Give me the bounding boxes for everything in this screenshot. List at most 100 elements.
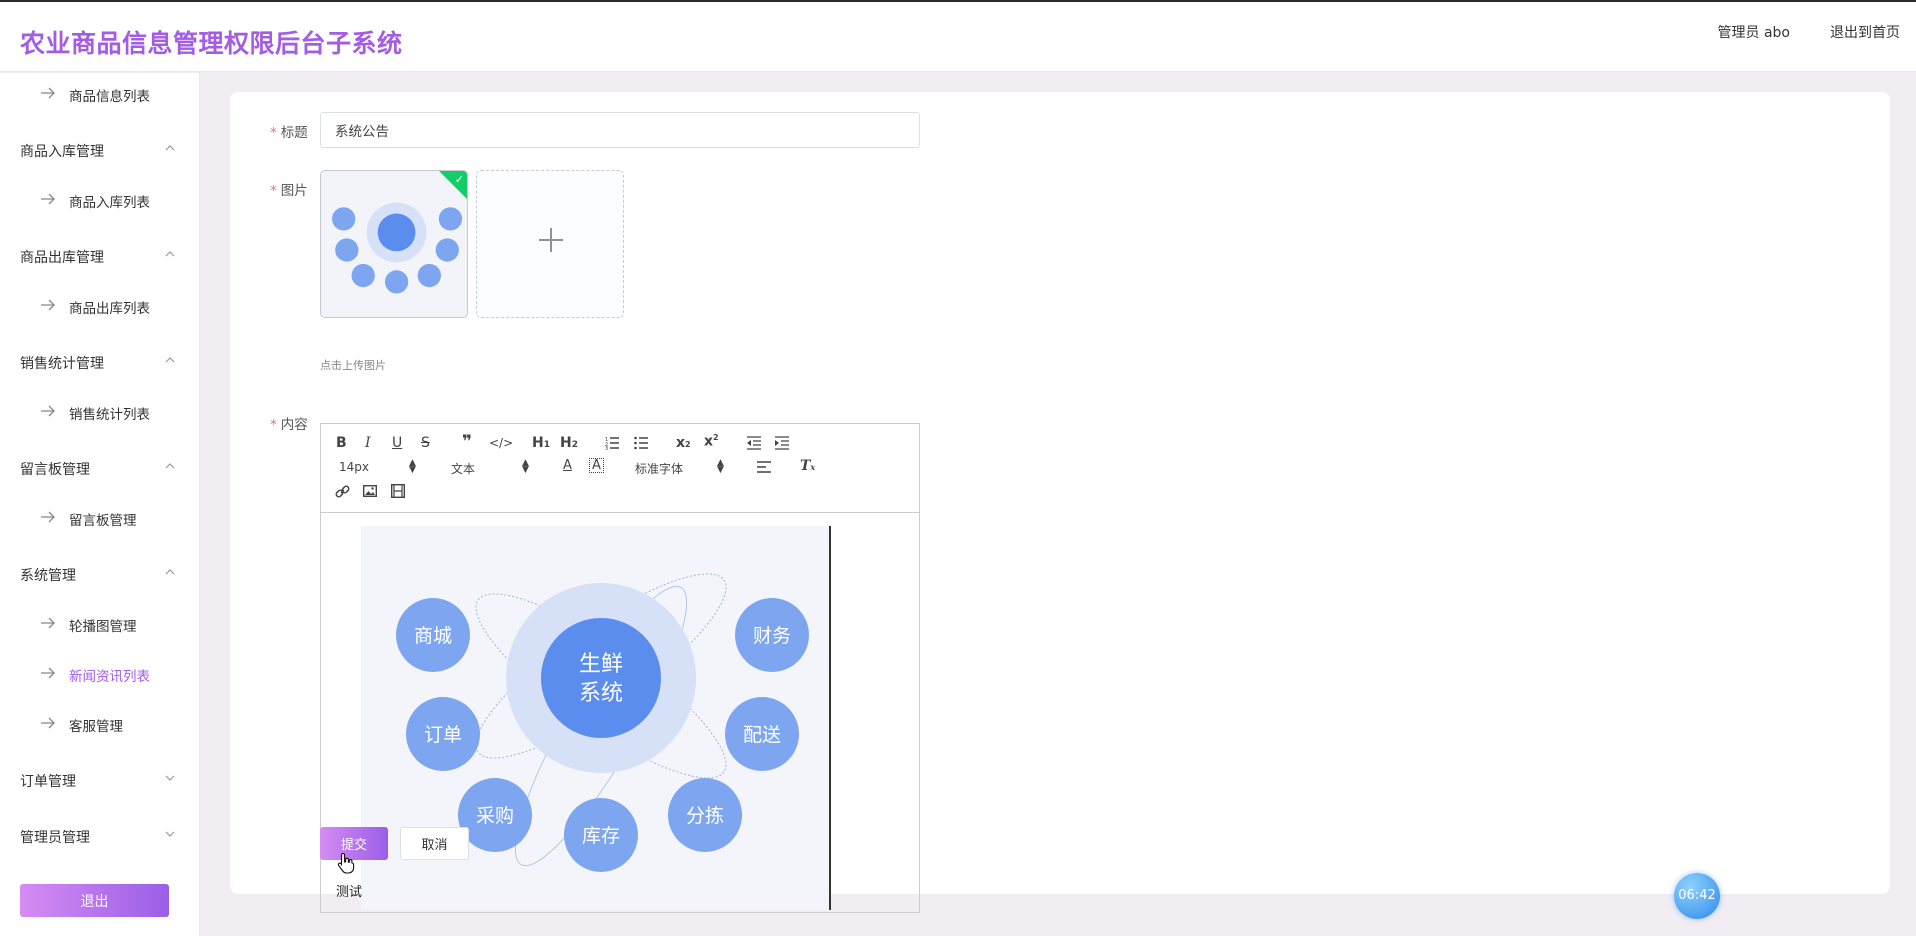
sidebar-item-stock-out-list[interactable]: 商品出库列表 (0, 287, 200, 323)
chevron-up-icon (165, 569, 175, 575)
sidebar-group-label: 商品入库管理 (20, 144, 104, 160)
chevron-up-icon (165, 357, 175, 363)
cancel-button[interactable]: 取消 (400, 827, 469, 860)
bullet-list-icon[interactable] (634, 436, 648, 450)
sidebar-item-label: 轮播图管理 (69, 619, 137, 635)
svg-text:采购: 采购 (476, 805, 514, 827)
sidebar-group-label: 订单管理 (20, 774, 76, 790)
chevron-up-icon (165, 145, 175, 151)
arrow-right-icon (41, 667, 55, 679)
sidebar-item-news-list[interactable]: 新闻资讯列表 (0, 655, 200, 691)
header: 农业商品信息管理权限后台子系统 管理员 abo 退出到首页 (0, 2, 1916, 72)
arrow-right-icon (41, 717, 55, 729)
font-color-icon[interactable]: A (563, 459, 572, 472)
sidebar-item-sales-stats-list[interactable]: 销售统计列表 (0, 393, 200, 429)
sidebar-group-label: 留言板管理 (20, 462, 90, 478)
paragraph-select[interactable]: 文本 ▲ ▼ (451, 458, 536, 477)
sidebar-item-message-board[interactable]: 留言板管理 (0, 499, 200, 535)
blockquote-icon[interactable]: ❞ (462, 434, 472, 451)
hand-cursor-icon (337, 852, 355, 874)
title-input[interactable] (320, 112, 920, 148)
editor-text: 测试 (336, 885, 363, 900)
sidebar: 商品信息列表 商品入库管理 商品入库列表 商品出库管理 商品出库列表 销售统计管… (0, 73, 200, 936)
svg-text:配送: 配送 (743, 724, 781, 746)
svg-text:分拣: 分拣 (686, 805, 724, 827)
video-icon[interactable] (391, 484, 405, 498)
superscript-icon[interactable]: x2 (704, 434, 719, 449)
indent-icon[interactable] (774, 436, 789, 450)
heading-1-icon[interactable]: H1 (532, 436, 550, 450)
sidebar-group-stock-out[interactable]: 商品出库管理 (0, 235, 200, 275)
clear-format-icon[interactable]: Tx (800, 459, 815, 473)
font-size-select[interactable]: 14px ▲ ▼ (339, 458, 424, 475)
sort-caret-icon: ▲ ▼ (717, 458, 724, 475)
sidebar-group-label: 管理员管理 (20, 830, 90, 846)
image-icon[interactable] (363, 485, 377, 497)
upload-image-button[interactable] (476, 170, 624, 318)
code-block-icon[interactable]: </> (489, 437, 513, 449)
sidebar-group-orders[interactable]: 订单管理 (0, 759, 200, 799)
sort-caret-icon: ▲ ▼ (522, 458, 529, 475)
sidebar-group-label: 系统管理 (20, 568, 76, 584)
sort-caret-icon: ▲ ▼ (409, 458, 416, 475)
sidebar-item-stock-in-list[interactable]: 商品入库列表 (0, 181, 200, 217)
subscript-icon[interactable]: x2 (676, 436, 691, 450)
content-label: * 内容 (270, 417, 308, 433)
chevron-down-icon (165, 831, 175, 837)
arrow-right-icon (41, 193, 55, 205)
svg-text:3: 3 (605, 446, 608, 450)
svg-text:系统: 系统 (579, 681, 623, 706)
sidebar-item-customer-service[interactable]: 客服管理 (0, 705, 200, 741)
svg-text:订单: 订单 (424, 724, 462, 746)
svg-text:生鲜: 生鲜 (579, 652, 623, 677)
editor-toolbar: B I U S ❞ </> H1 H2 123 x2 x2 14px ▲ ▼ 文本… (321, 424, 919, 513)
image-label: * 图片 (270, 183, 308, 199)
sidebar-group-admins[interactable]: 管理员管理 (0, 815, 200, 855)
chevron-down-icon (165, 775, 175, 781)
heading-2-icon[interactable]: H2 (560, 436, 578, 450)
exit-home-link[interactable]: 退出到首页 (1830, 22, 1900, 42)
strikethrough-icon[interactable]: S (421, 436, 430, 450)
link-icon[interactable] (335, 484, 350, 499)
sidebar-group-label: 销售统计管理 (20, 356, 104, 372)
align-left-icon[interactable] (757, 461, 771, 473)
arrow-right-icon (41, 299, 55, 311)
app-title: 农业商品信息管理权限后台子系统 (20, 29, 403, 58)
sidebar-item-product-list[interactable]: 商品信息列表 (0, 75, 200, 111)
svg-text:商城: 商城 (414, 625, 452, 647)
logout-button[interactable]: 退出 (20, 884, 169, 917)
sidebar-item-label: 商品信息列表 (69, 89, 150, 105)
ordered-list-icon[interactable]: 123 (605, 436, 619, 450)
chevron-up-icon (165, 251, 175, 257)
sidebar-item-label: 客服管理 (69, 719, 123, 735)
sidebar-item-label: 留言板管理 (69, 513, 137, 529)
font-family-select[interactable]: 标准字体 ▲ ▼ (635, 458, 730, 477)
italic-icon[interactable]: I (365, 436, 371, 450)
title-label: * 标题 (270, 125, 308, 141)
svg-text:财务: 财务 (753, 625, 791, 647)
admin-label: 管理员 abo (1717, 25, 1790, 41)
bold-icon[interactable]: B (336, 436, 347, 450)
arrow-right-icon (41, 87, 55, 99)
sidebar-group-message-board[interactable]: 留言板管理 (0, 447, 200, 487)
sidebar-group-label: 商品出库管理 (20, 250, 104, 266)
sidebar-item-label: 商品入库列表 (69, 195, 150, 211)
sidebar-item-label: 商品出库列表 (69, 301, 150, 317)
sidebar-item-label: 销售统计列表 (69, 407, 150, 423)
arrow-right-icon (41, 511, 55, 523)
arrow-right-icon (41, 405, 55, 417)
sidebar-group-sales-stats[interactable]: 销售统计管理 (0, 341, 200, 381)
background-color-icon[interactable]: A (589, 458, 604, 473)
svg-text:库存: 库存 (582, 825, 620, 847)
chevron-up-icon (165, 463, 175, 469)
upload-hint: 点击上传图片 (320, 359, 386, 372)
outdent-icon[interactable] (746, 436, 761, 450)
underline-icon[interactable]: U (392, 436, 402, 450)
check-icon: ✓ (454, 173, 464, 186)
sidebar-item-carousel[interactable]: 轮播图管理 (0, 605, 200, 641)
recording-timer: 06:42 (1674, 873, 1720, 919)
sidebar-group-stock-in[interactable]: 商品入库管理 (0, 129, 200, 169)
sidebar-group-system[interactable]: 系统管理 (0, 553, 200, 593)
sidebar-item-label: 新闻资讯列表 (69, 669, 150, 685)
uploaded-image-thumbnail[interactable]: ✓ (320, 170, 468, 318)
